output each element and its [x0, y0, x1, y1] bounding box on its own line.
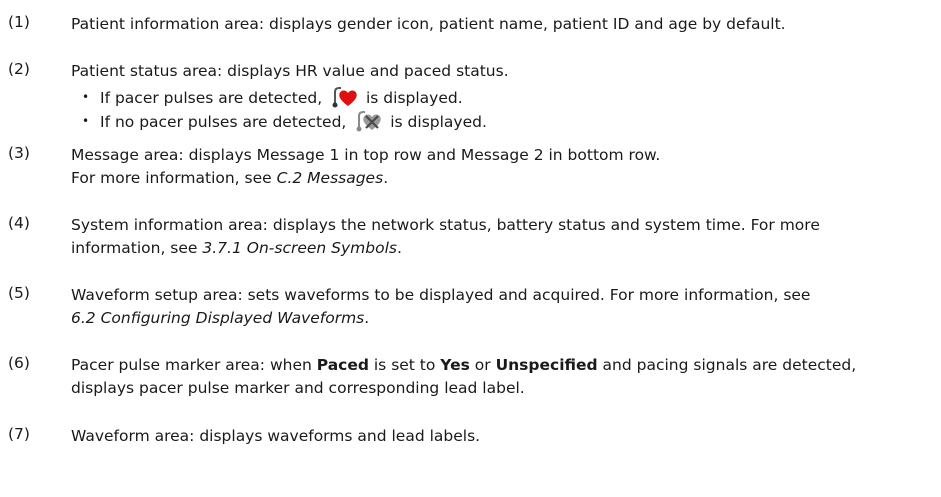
item-number: (3) — [8, 144, 30, 162]
unspecified-option-label: Unspecified — [495, 356, 598, 374]
item-text-pre: For more information, see — [71, 169, 277, 187]
bullet-paced: • If pacer pulses are detected, is displ… — [82, 86, 463, 109]
cross-reference-link[interactable]: 6.2 Configuring Displayed Waveforms — [71, 309, 364, 327]
cross-reference-link[interactable]: 3.7.1 On-screen Symbols — [202, 239, 397, 257]
bullet-not-paced: • If no pacer pulses are detected, is di… — [82, 110, 487, 133]
item-number: (6) — [8, 354, 30, 372]
item-text: Waveform setup area: sets waveforms to b… — [71, 286, 811, 304]
item-text: Message area: displays Message 1 in top … — [71, 146, 661, 164]
item-text: displays pacer pulse marker and correspo… — [71, 379, 525, 397]
item-number: (4) — [8, 214, 30, 232]
bullet-text-pre: If pacer pulses are detected, — [100, 89, 323, 107]
item-text: Patient information area: displays gende… — [71, 15, 786, 33]
yes-option-label: Yes — [440, 356, 470, 374]
item-number: (1) — [8, 13, 30, 31]
item-text: Waveform area: displays waveforms and le… — [71, 427, 481, 445]
paced-heart-icon — [332, 87, 357, 108]
not-paced-heart-icon — [356, 111, 382, 132]
item-number: (2) — [8, 60, 30, 78]
bullet-text-post: is displayed. — [390, 113, 487, 131]
bullet-text-pre: If no pacer pulses are detected, — [100, 113, 347, 131]
paced-setting-label: Paced — [316, 356, 369, 374]
item-text: Patient status area: displays HR value a… — [71, 62, 509, 80]
item-text-pre: information, see — [71, 239, 203, 257]
bullet-dot: • — [82, 90, 90, 104]
item-number: (7) — [8, 425, 30, 443]
bullet-dot: • — [82, 114, 90, 128]
cross-reference-link[interactable]: C.2 Messages — [277, 169, 384, 187]
bullet-text-post: is displayed. — [366, 89, 463, 107]
item-text: System information area: displays the ne… — [71, 216, 820, 234]
item-number: (5) — [8, 284, 30, 302]
